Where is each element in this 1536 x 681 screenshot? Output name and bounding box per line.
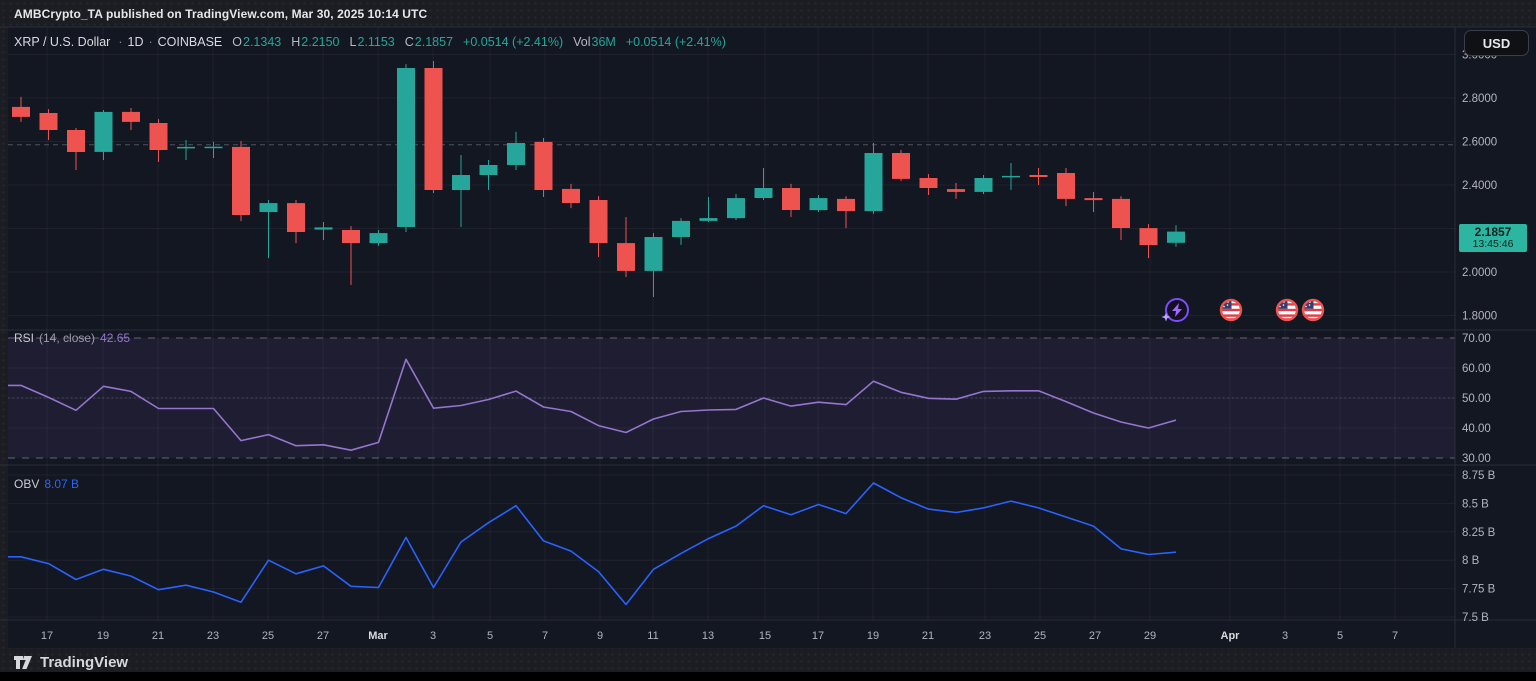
rsi-axis-label[interactable]: 40.00 <box>1462 423 1491 435</box>
last-price-value: 2.1857 <box>1475 226 1512 239</box>
time-axis-label[interactable]: 9 <box>597 630 603 642</box>
open-value: 2.1343 <box>243 35 281 49</box>
time-axis-label[interactable]: 21 <box>922 630 934 642</box>
rsi-axis-label[interactable]: 50.00 <box>1462 393 1491 405</box>
time-axis-label[interactable]: 3 <box>1282 630 1288 642</box>
time-axis-label[interactable]: Apr <box>1221 630 1241 642</box>
legend-separator: · <box>148 35 152 49</box>
candle[interactable] <box>865 143 883 214</box>
obv-axis-label[interactable]: 8.25 B <box>1462 527 1496 539</box>
price-axis-label[interactable]: 2.0000 <box>1462 267 1497 279</box>
time-axis-label[interactable]: 7 <box>542 630 548 642</box>
attribution-text: AMBCrypto_TA published on TradingView.co… <box>14 7 427 21</box>
time-axis-label[interactable]: 5 <box>487 630 493 642</box>
time-axis-label[interactable]: 17 <box>41 630 53 642</box>
exchange-label: COINBASE <box>158 35 223 49</box>
candle-countdown: 13:45:46 <box>1473 239 1514 250</box>
rsi-indicator-legend[interactable]: RSI (14, close) 42.65 <box>14 331 130 345</box>
change-percent-value: +0.0514 (+2.41%) <box>626 35 726 49</box>
tradingview-wordmark: TradingView <box>40 654 128 671</box>
high-value: 2.2150 <box>301 35 339 49</box>
change-value: +0.0514 (+2.41%) <box>463 35 563 49</box>
time-axis-label[interactable]: 7 <box>1392 630 1398 642</box>
candle[interactable] <box>397 64 415 232</box>
time-axis-label[interactable]: 23 <box>207 630 219 642</box>
time-axis-label[interactable]: 11 <box>647 630 658 642</box>
candle[interactable] <box>425 61 443 193</box>
tradingview-mark-icon <box>14 654 33 671</box>
open-label: O <box>232 35 242 49</box>
price-axis-label[interactable]: 2.6000 <box>1462 137 1497 149</box>
candle[interactable] <box>892 150 910 181</box>
close-label: C <box>405 35 414 49</box>
us-flag-event-icon[interactable] <box>1277 300 1297 321</box>
time-axis-label[interactable]: Mar <box>368 630 388 642</box>
rsi-value: 42.65 <box>100 331 130 345</box>
candle[interactable] <box>535 138 553 197</box>
rsi-title[interactable]: RSI <box>14 331 34 345</box>
obv-axis-label[interactable]: 8.75 B <box>1462 470 1496 482</box>
rsi-params: (14, close) <box>39 331 95 345</box>
volume-label: Vol <box>573 35 590 49</box>
time-axis-label[interactable]: 19 <box>867 630 879 642</box>
currency-toggle-button[interactable]: USD <box>1464 30 1529 56</box>
attribution-bar: AMBCrypto_TA published on TradingView.co… <box>0 0 1536 27</box>
time-axis-label[interactable]: 3 <box>430 630 436 642</box>
rsi-axis-label[interactable]: 30.00 <box>1462 453 1491 465</box>
high-label: H <box>291 35 300 49</box>
price-axis-label[interactable]: 2.4000 <box>1462 180 1497 192</box>
time-axis-label[interactable]: 29 <box>1144 630 1156 642</box>
tradingview-snapshot: 17 19 21 23 25 27 Mar 3 5 7 9 11 13 15 17 19 21 23 25 27 29 A… <box>0 0 1536 681</box>
obv-axis-label[interactable]: 7.75 B <box>1462 584 1496 596</box>
time-axis-label[interactable]: 19 <box>97 630 109 642</box>
price-axis-label[interactable]: 1.8000 <box>1462 311 1497 323</box>
candle[interactable] <box>232 141 250 221</box>
us-flag-event-icon[interactable] <box>1303 300 1323 321</box>
low-label: L <box>350 35 357 49</box>
time-axis-label[interactable]: 25 <box>262 630 274 642</box>
legend-separator: · <box>118 35 122 49</box>
rsi-axis-label[interactable]: 60.00 <box>1462 363 1491 375</box>
symbol-legend[interactable]: XRP / U.S. Dollar · 1D · COINBASE O2.134… <box>14 34 726 50</box>
price-axis-label[interactable]: 2.8000 <box>1462 93 1497 105</box>
time-axis-label[interactable]: 25 <box>1034 630 1046 642</box>
rsi-axis-label[interactable]: 70.00 <box>1462 333 1491 345</box>
obv-title[interactable]: OBV <box>14 477 39 491</box>
time-axis-label[interactable]: 17 <box>812 630 824 642</box>
last-price-badge: 2.1857 13:45:46 <box>1459 224 1527 252</box>
obv-axis-label[interactable]: 7.5 B <box>1462 612 1489 624</box>
obv-axis-label[interactable]: 8 B <box>1462 555 1480 567</box>
time-axis-label[interactable]: 27 <box>1089 630 1101 642</box>
interval-label[interactable]: 1D <box>128 35 144 49</box>
bottom-bar <box>0 672 1536 681</box>
symbol-name[interactable]: XRP / U.S. Dollar <box>14 35 110 49</box>
time-axis-label[interactable]: 27 <box>317 630 329 642</box>
volume-value: 36M <box>592 35 616 49</box>
time-axis-label[interactable]: 15 <box>759 630 771 642</box>
time-axis-label[interactable]: 23 <box>979 630 991 642</box>
chart-canvas[interactable]: 17 19 21 23 25 27 Mar 3 5 7 9 11 13 15 17 19 21 23 25 27 29 A… <box>0 0 1536 681</box>
obv-indicator-legend[interactable]: OBV 8.07 B <box>14 477 79 491</box>
close-value: 2.1857 <box>415 35 453 49</box>
obv-value: 8.07 B <box>44 477 79 491</box>
obv-axis-label[interactable]: 8.5 B <box>1462 498 1489 510</box>
time-axis-label[interactable]: 13 <box>702 630 714 642</box>
tradingview-logo[interactable]: TradingView <box>14 652 128 672</box>
time-axis-label[interactable]: 21 <box>152 630 164 642</box>
low-value: 2.1153 <box>357 35 394 49</box>
time-axis-label[interactable]: 5 <box>1337 630 1343 642</box>
us-flag-event-icon[interactable] <box>1221 300 1241 321</box>
